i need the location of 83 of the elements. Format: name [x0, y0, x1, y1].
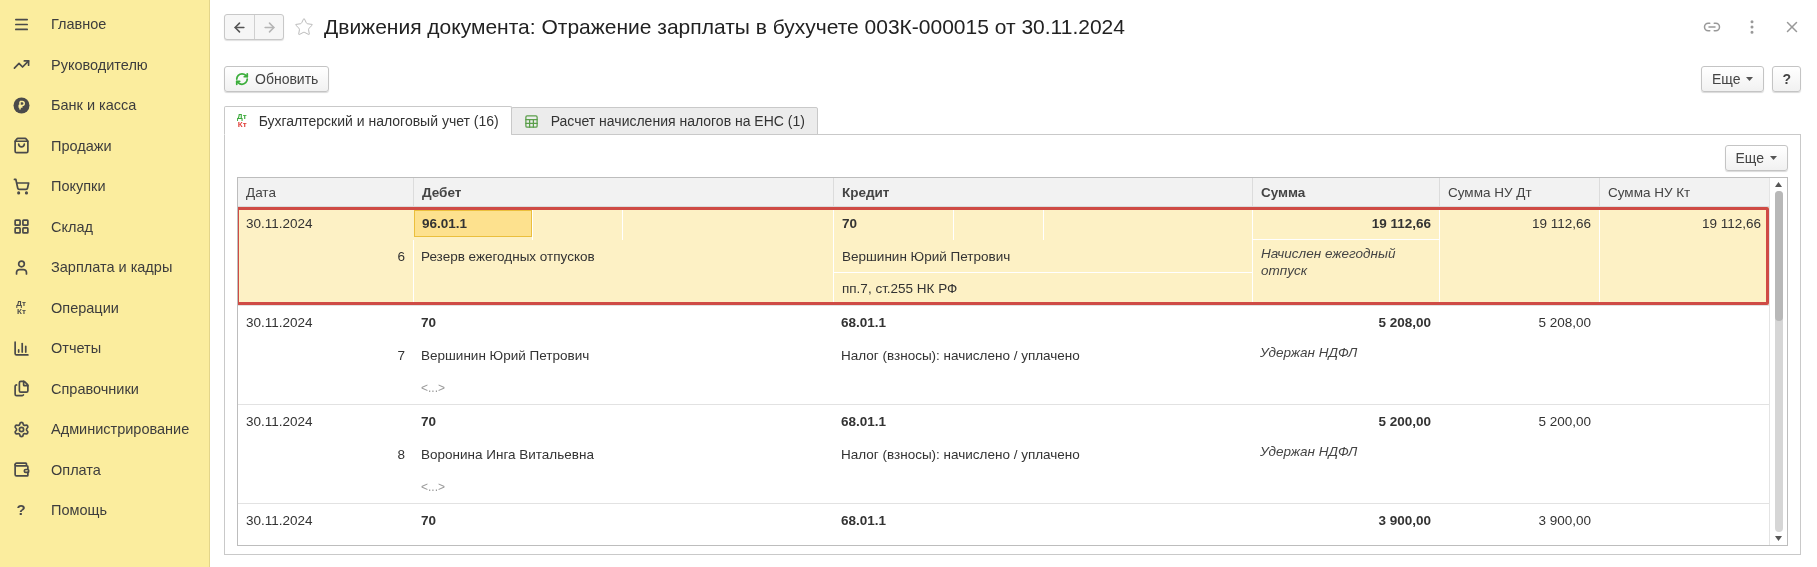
sidebar-item[interactable]: Зарплата и кадры — [0, 247, 209, 288]
more-button[interactable]: Еще — [1700, 66, 1765, 92]
documents-icon — [12, 380, 30, 398]
scroll-thumb[interactable] — [1774, 191, 1783, 321]
cart-icon — [12, 177, 30, 195]
wallet-icon — [12, 461, 30, 479]
table-cell-text: Налог (взносы): начислено / уплачено — [840, 347, 1081, 365]
sidebar-item[interactable]: Администрирование — [0, 409, 209, 450]
column-header[interactable]: Сумма НУ Дт — [1439, 178, 1599, 206]
table-cell-text: 3 900,00 — [1377, 512, 1432, 530]
table-row[interactable]: 30.11.2024 96.01.1 70 19 112,66 19 112,66 19 112,66 6 Резерв ежегодных отпусков Вершинин Юрий Петрович пп.7, ст.255 НК РФ Начислен ежегодный отпуск — [238, 207, 1769, 306]
table-cell-text: 5 208,00 — [1377, 314, 1432, 332]
help-button[interactable]: ? — [1772, 66, 1801, 92]
table-cell-text: Налог (взносы): начислено / уплачено — [840, 446, 1081, 464]
table-cell-text: 70 — [841, 215, 859, 233]
scroll-track[interactable] — [1774, 191, 1783, 532]
refresh-icon — [235, 72, 249, 86]
table-cell-text: 30.11.2024 — [245, 314, 314, 332]
caret-icon — [1746, 77, 1754, 81]
sidebar-item[interactable]: Главное — [0, 4, 209, 45]
table-cell-text: <...> — [420, 380, 447, 397]
table-cell-text: 70 — [420, 413, 438, 431]
window-title: Движения документа: Отражение зарплаты в бухучете 003К-000015 от 30.11.2024 — [324, 15, 1126, 39]
sidebar-item[interactable]: Покупки — [0, 166, 209, 207]
table-cell-text: 30.11.2024 — [245, 215, 314, 233]
table-cell-text: 68.01.1 — [840, 413, 888, 431]
sidebar-item[interactable]: Руководителю — [0, 44, 209, 85]
table-cell-text: Воронина Инга Витальевна — [420, 446, 595, 464]
tab[interactable]: Дт Кт Бухгалтерский и налоговый учет (16) — [224, 106, 512, 135]
arrow-right-icon — [261, 19, 277, 35]
sidebar-item[interactable]: Склад — [0, 206, 209, 247]
grid-icon — [12, 218, 30, 236]
table-cell: 19 112,66 — [1252, 207, 1439, 240]
table-cell-text: 19 112,66 — [1530, 215, 1592, 233]
table-cell-text: 19 112,66 — [1700, 215, 1762, 233]
table-cell-text: 68.01.1 — [840, 512, 888, 530]
bar-chart-icon — [12, 339, 30, 357]
table-cell-text: Резерв ежегодных отпусков — [420, 248, 596, 266]
table-cell-text: 5 208,00 — [1537, 314, 1592, 332]
table-cell-text: 8 — [396, 446, 406, 464]
spreadsheet-icon — [523, 113, 539, 129]
sidebar-item[interactable]: Банк и касса — [0, 85, 209, 126]
more-button[interactable]: Еще — [1724, 145, 1788, 171]
table-cell-text: Удержан НДФЛ — [1259, 443, 1359, 461]
table-cell-text: Удержан НДФЛ — [1259, 344, 1359, 362]
settings-icon — [12, 420, 30, 438]
table-cell-text: 5 200,00 — [1377, 413, 1432, 431]
table-cell: пп.7, ст.255 НК РФ — [833, 273, 1252, 305]
bag-icon — [12, 137, 30, 155]
column-header[interactable]: Кредит — [833, 178, 1252, 206]
table-cell-text: Вершинин Юрий Петрович — [420, 347, 591, 365]
sidebar-item[interactable]: Оплата — [0, 449, 209, 490]
table-cell-text: 30.11.2024 — [245, 512, 314, 530]
table-cell-text: 5 200,00 — [1537, 413, 1592, 431]
sidebar-item[interactable]: Продажи — [0, 125, 209, 166]
debit-credit-icon: Дт Кт — [237, 112, 247, 129]
column-header[interactable]: Дата — [238, 178, 413, 206]
table-cell-text: <...> — [420, 479, 447, 496]
table-cell: Вершинин Юрий Петрович — [833, 240, 1252, 273]
table-cell: Начислен ежегодный отпуск — [1252, 240, 1439, 305]
sidebar-item[interactable]: Отчеты — [0, 328, 209, 369]
scroll-up-icon[interactable] — [1775, 182, 1782, 187]
sidebar-item[interactable]: Дт Кт Операции — [0, 287, 209, 328]
tab[interactable]: Расчет начисления налогов на ЕНС (1) — [510, 107, 818, 135]
table-cell-text: 3 900,00 — [1537, 512, 1592, 530]
table-cell-text: 70 — [420, 314, 438, 332]
table-cell-text: 30.11.2024 — [245, 413, 314, 431]
table-cell-text: 68.01.1 — [840, 314, 888, 332]
debit-credit-icon: Дт Кт — [16, 300, 26, 316]
column-header[interactable]: Дебет — [413, 178, 833, 206]
caret-icon — [1770, 156, 1777, 160]
current-cell[interactable]: 96.01.1 — [414, 210, 532, 237]
scroll-down-icon[interactable] — [1775, 536, 1782, 541]
ruble-coin-icon — [12, 96, 30, 114]
column-header[interactable]: Сумма — [1252, 178, 1439, 206]
table-cell-text: 6 — [396, 248, 406, 266]
refresh-button[interactable]: Обновить — [224, 66, 330, 92]
sidebar-item[interactable]: ? Помощь — [0, 490, 209, 531]
sidebar-item[interactable]: Справочники — [0, 368, 209, 409]
table-cell-text: 7 — [396, 347, 406, 365]
help-icon: ? — [16, 503, 26, 518]
star-icon[interactable] — [294, 17, 314, 37]
table-cell-text: 70 — [420, 512, 438, 530]
